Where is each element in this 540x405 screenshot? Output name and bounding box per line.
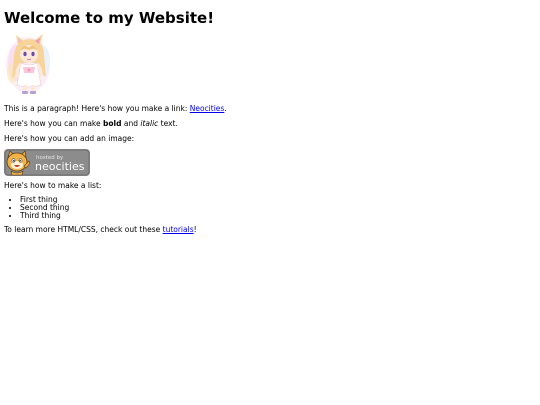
paragraph-list-example: Here's how to make a list: [4, 181, 102, 190]
paragraph-format-example: Here's how you can make bold and italic … [4, 119, 534, 129]
neocities-link[interactable]: Neocities [190, 104, 225, 113]
tutorials-link[interactable]: tutorials [163, 225, 194, 234]
paragraph-image-example: Here's how you can add an image: [4, 134, 135, 143]
paragraph-learn-suffix: ! [193, 225, 197, 234]
paragraph-learn-more: To learn more HTML/CSS, check out these … [4, 225, 534, 235]
list-item: First thing [20, 196, 534, 204]
italic-text: italic [140, 119, 159, 128]
anime-girl-illustration [6, 34, 50, 94]
avatar-image [4, 33, 52, 96]
paragraph-link-prefix: This is a paragraph! Here's how you make… [4, 104, 190, 113]
paragraph-link-suffix: . [224, 104, 227, 113]
paragraph-format-middle: and [121, 119, 141, 128]
paragraph-format-suffix: text. [158, 119, 178, 128]
neocities-badge-graphic: hosted by neocities [4, 149, 90, 176]
list-item: Third thing [20, 212, 534, 220]
paragraph-learn-prefix: To learn more HTML/CSS, check out these [4, 225, 163, 234]
paragraph-link-example: This is a paragraph! Here's how you make… [4, 104, 534, 114]
neocities-badge: hosted by neocities [4, 149, 90, 176]
paragraph-format-prefix: Here's how you can make [4, 119, 103, 128]
example-list: First thing Second thing Third thing [4, 196, 534, 220]
badge-brand-text: neocities [35, 160, 85, 173]
page-content: Welcome to my Website! This is a paragra… [4, 0, 534, 235]
page-title: Welcome to my Website! [4, 9, 215, 27]
list-item: Second thing [20, 204, 534, 212]
bold-text: bold [103, 119, 122, 128]
